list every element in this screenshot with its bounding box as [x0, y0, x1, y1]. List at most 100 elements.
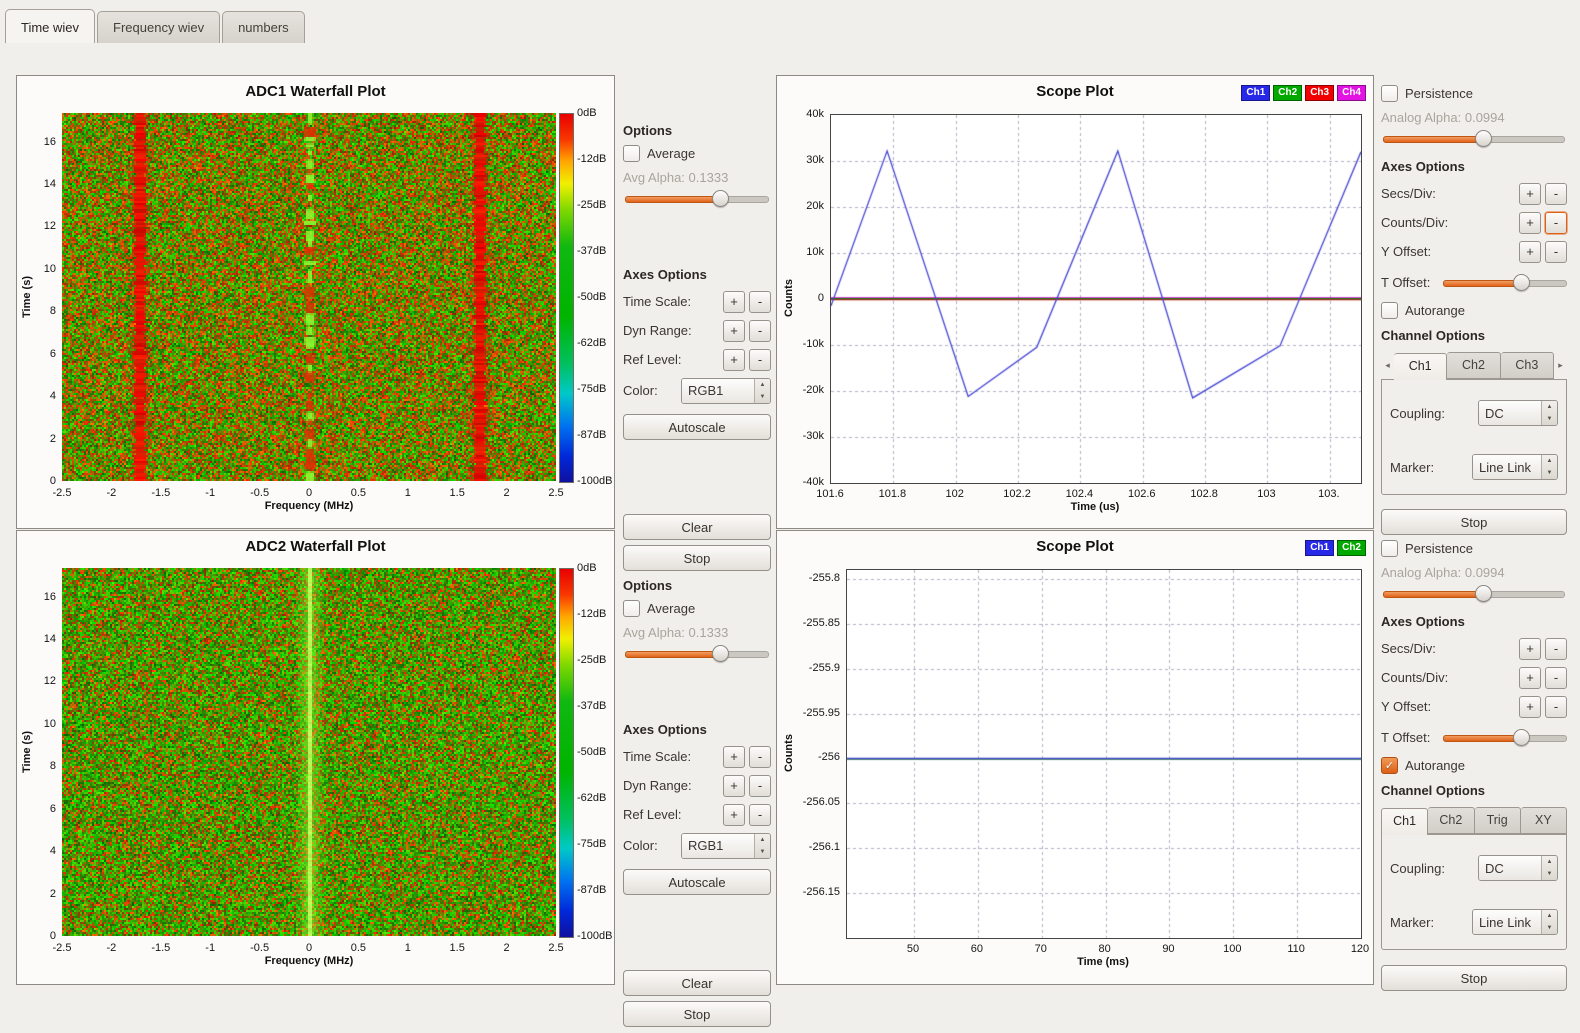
scope-stop-button[interactable]: Stop — [1381, 965, 1567, 991]
marker-spin-buttons[interactable]: ▲ ▼ — [1541, 455, 1557, 479]
channel-tabs-scroll-right-icon[interactable]: ▸ — [1554, 351, 1567, 379]
clear-button[interactable]: Clear — [623, 970, 771, 996]
scope2-plot — [846, 569, 1362, 939]
coupling-spin-buttons[interactable]: ▲ ▼ — [1541, 856, 1557, 880]
average-checkbox[interactable]: Average — [623, 145, 771, 162]
y-tick-label: -255.8 — [784, 572, 840, 584]
counts-div-minus-button[interactable]: - — [1545, 667, 1567, 689]
spin-up-icon[interactable]: ▲ — [1542, 401, 1557, 413]
spin-up-icon[interactable]: ▲ — [755, 834, 770, 846]
autorange-checkbox-box[interactable]: ✓ — [1381, 757, 1398, 774]
colorbar-tick-label: -50dB — [577, 291, 606, 303]
slider-thumb[interactable] — [1475, 585, 1492, 602]
marker-spinner[interactable]: Line Link ▲ ▼ — [1472, 909, 1558, 935]
secs-div-plus-button[interactable]: + — [1519, 183, 1541, 205]
color-spinner[interactable]: RGB1 ▲ ▼ — [681, 378, 771, 404]
color-spinner[interactable]: RGB1 ▲ ▼ — [681, 833, 771, 859]
autoscale-button[interactable]: Autoscale — [623, 414, 771, 440]
channel-tab-xy[interactable]: XY — [1521, 807, 1567, 834]
analog-alpha-slider[interactable] — [1383, 584, 1565, 602]
autoscale-button[interactable]: Autoscale — [623, 869, 771, 895]
dyn-range-plus-button[interactable]: + — [723, 320, 745, 342]
y-offset-minus-button[interactable]: - — [1545, 696, 1567, 718]
counts-div-plus-button[interactable]: + — [1519, 212, 1541, 234]
channel-tabs-scroll-left-icon[interactable]: ◂ — [1381, 351, 1394, 379]
channel-tab-ch1[interactable]: Ch1 — [1381, 808, 1428, 835]
persistence-checkbox-box[interactable] — [1381, 540, 1398, 557]
stop-button[interactable]: Stop — [623, 1001, 771, 1027]
spin-down-icon[interactable]: ▼ — [1542, 868, 1557, 880]
spin-down-icon[interactable]: ▼ — [1542, 467, 1557, 479]
secs-div-plus-button[interactable]: + — [1519, 638, 1541, 660]
spin-up-icon[interactable]: ▲ — [1542, 455, 1557, 467]
tab-numbers[interactable]: numbers — [222, 11, 305, 43]
tab-frequency-view[interactable]: Frequency wiev — [97, 11, 220, 43]
y-tick-label: -256.15 — [784, 886, 840, 898]
ref-level-minus-button[interactable]: - — [749, 349, 771, 371]
avg-alpha-slider[interactable] — [625, 189, 769, 207]
marker-spin-buttons[interactable]: ▲ ▼ — [1541, 910, 1557, 934]
dyn-range-minus-button[interactable]: - — [749, 775, 771, 797]
spin-down-icon[interactable]: ▼ — [755, 846, 770, 858]
ref-level-plus-button[interactable]: + — [723, 349, 745, 371]
y-offset-minus-button[interactable]: - — [1545, 241, 1567, 263]
scope1-options-column: Persistence Analog Alpha: 0.0994 Axes Op… — [1378, 75, 1570, 541]
t-offset-slider[interactable] — [1443, 728, 1567, 746]
slider-thumb[interactable] — [1475, 130, 1492, 147]
coupling-spinner[interactable]: DC ▲ ▼ — [1478, 400, 1558, 426]
spin-up-icon[interactable]: ▲ — [755, 379, 770, 391]
coupling-spin-buttons[interactable]: ▲ ▼ — [1541, 401, 1557, 425]
spin-down-icon[interactable]: ▼ — [1542, 922, 1557, 934]
average-checkbox-box[interactable] — [623, 600, 640, 617]
spin-down-icon[interactable]: ▼ — [1542, 413, 1557, 425]
slider-thumb[interactable] — [712, 190, 729, 207]
autorange-checkbox-box[interactable] — [1381, 302, 1398, 319]
counts-div-plus-button[interactable]: + — [1519, 667, 1541, 689]
analog-alpha-slider[interactable] — [1383, 129, 1565, 147]
channel-tab-ch2[interactable]: Ch2 — [1428, 807, 1474, 834]
dyn-range-minus-button[interactable]: - — [749, 320, 771, 342]
spin-down-icon[interactable]: ▼ — [755, 391, 770, 403]
y-offset-plus-button[interactable]: + — [1519, 696, 1541, 718]
spin-up-icon[interactable]: ▲ — [1542, 856, 1557, 868]
avg-alpha-slider[interactable] — [625, 644, 769, 662]
time-scale-plus-button[interactable]: + — [723, 746, 745, 768]
colorbar-tick-label: -37dB — [577, 700, 606, 712]
tab-time-view[interactable]: Time wiev — [5, 9, 95, 43]
persistence-checkbox[interactable]: Persistence — [1381, 85, 1567, 102]
channel-options-frame: Coupling: DC ▲ ▼ Marker: Line Link ▲ ▼ — [1381, 379, 1567, 495]
time-scale-minus-button[interactable]: - — [749, 746, 771, 768]
color-spin-buttons[interactable]: ▲ ▼ — [754, 834, 770, 858]
persistence-checkbox[interactable]: Persistence — [1381, 540, 1567, 557]
channel-tab-ch3[interactable]: Ch3 — [1501, 352, 1554, 379]
channel-tab-ch1[interactable]: Ch1 — [1394, 353, 1447, 380]
average-checkbox-box[interactable] — [623, 145, 640, 162]
persistence-checkbox-box[interactable] — [1381, 85, 1398, 102]
time-scale-minus-button[interactable]: - — [749, 291, 771, 313]
channel-tab-trig[interactable]: Trig — [1475, 807, 1521, 834]
t-offset-slider[interactable] — [1443, 273, 1567, 291]
average-label: Average — [647, 601, 695, 616]
slider-thumb[interactable] — [1513, 274, 1530, 291]
secs-div-minus-button[interactable]: - — [1545, 638, 1567, 660]
spin-up-icon[interactable]: ▲ — [1542, 910, 1557, 922]
color-spin-buttons[interactable]: ▲ ▼ — [754, 379, 770, 403]
ref-level-minus-button[interactable]: - — [749, 804, 771, 826]
colorbar-tick-label: -12dB — [577, 153, 606, 165]
slider-thumb[interactable] — [1513, 729, 1530, 746]
time-scale-plus-button[interactable]: + — [723, 291, 745, 313]
autorange-checkbox[interactable]: Autorange — [1381, 302, 1567, 319]
persistence-label: Persistence — [1405, 541, 1473, 556]
marker-spinner[interactable]: Line Link ▲ ▼ — [1472, 454, 1558, 480]
autorange-checkbox[interactable]: ✓ Autorange — [1381, 757, 1567, 774]
channel-options-heading: Channel Options — [1381, 783, 1567, 798]
dyn-range-plus-button[interactable]: + — [723, 775, 745, 797]
average-checkbox[interactable]: Average — [623, 600, 771, 617]
slider-thumb[interactable] — [712, 645, 729, 662]
counts-div-minus-button[interactable]: - — [1545, 212, 1567, 234]
coupling-spinner[interactable]: DC ▲ ▼ — [1478, 855, 1558, 881]
secs-div-minus-button[interactable]: - — [1545, 183, 1567, 205]
ref-level-plus-button[interactable]: + — [723, 804, 745, 826]
channel-tab-ch2[interactable]: Ch2 — [1447, 352, 1500, 379]
y-offset-plus-button[interactable]: + — [1519, 241, 1541, 263]
